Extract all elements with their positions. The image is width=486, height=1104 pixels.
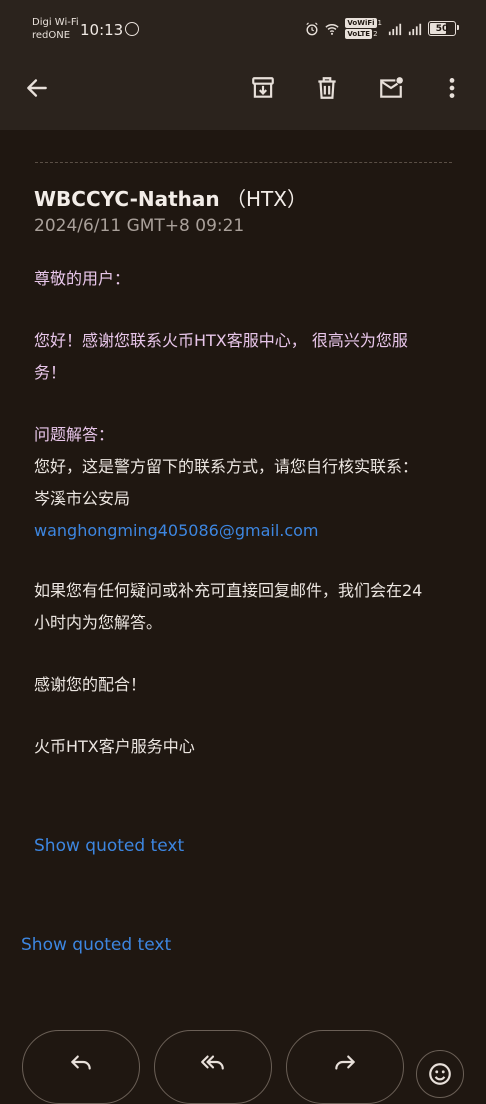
reply-all-icon bbox=[201, 1055, 224, 1070]
forward-button[interactable] bbox=[286, 1030, 404, 1104]
answer-heading: 问题解答： bbox=[34, 425, 115, 444]
back-button[interactable] bbox=[21, 72, 53, 104]
clock: 10:13 bbox=[80, 21, 124, 39]
emoji-icon bbox=[429, 1063, 451, 1085]
sender-org: （HTX） bbox=[226, 187, 307, 211]
sender-name: WBCCYC-Nathan bbox=[34, 187, 220, 211]
carrier-label: Digi Wi-Fi redONE bbox=[32, 16, 79, 42]
more-options-button[interactable] bbox=[436, 72, 468, 104]
signature-line: 火币HTX客户服务中心 bbox=[34, 737, 195, 756]
status-icons: VoWiFi 1 VoLTE 2 50 bbox=[305, 18, 459, 39]
answer-paragraph: 问题解答： 您好，这是警方留下的联系方式，请您自行核实联系： 岑溪市公安局 wa… bbox=[34, 419, 454, 547]
intro-line-2: 务！ bbox=[34, 363, 67, 382]
reply-all-button[interactable] bbox=[154, 1030, 272, 1104]
back-arrow-icon bbox=[27, 79, 47, 97]
greeting: 尊敬的用户： bbox=[34, 269, 131, 288]
mark-unread-button[interactable] bbox=[375, 72, 407, 104]
answer-line-2: 岑溪市公安局 bbox=[34, 489, 131, 508]
more-vert-icon bbox=[449, 78, 455, 98]
emoji-reaction-button[interactable] bbox=[416, 1050, 464, 1098]
reply-actions-bar bbox=[0, 1030, 486, 1104]
message-date: 2024/6/11 GMT+8 09:21 bbox=[34, 216, 245, 236]
archive-icon bbox=[252, 77, 274, 98]
followup-line-2: 小时内为您解答。 bbox=[34, 613, 163, 632]
carrier-line-2: redONE bbox=[32, 30, 71, 41]
message-divider bbox=[35, 162, 452, 163]
reply-button[interactable] bbox=[22, 1030, 140, 1104]
followup-paragraph: 如果您有任何疑问或补充可直接回复邮件，我们会在24 小时内为您解答。 bbox=[34, 575, 454, 639]
intro-paragraph: 您好！感谢您联系火币HTX客服中心， 很高兴为您服 务！ bbox=[34, 325, 454, 389]
volte-badge: VoLTE bbox=[345, 29, 373, 39]
sim1-label: 1 bbox=[377, 19, 382, 27]
intro-line-1: 您好！感谢您联系火币HTX客服中心， 很高兴为您服 bbox=[34, 331, 408, 350]
thanks-line: 感谢您的配合！ bbox=[34, 675, 147, 694]
wifi-icon bbox=[325, 23, 339, 35]
vowifi-badge: VoWiFi bbox=[345, 18, 377, 28]
email-link[interactable]: wanghongming405086@gmail.com bbox=[34, 515, 454, 547]
archive-button[interactable] bbox=[247, 72, 279, 104]
mark-unread-icon bbox=[380, 77, 403, 98]
carrier-line-1: Digi Wi-Fi bbox=[32, 17, 79, 28]
whatsapp-icon bbox=[125, 22, 139, 36]
signal-sim1-icon bbox=[388, 23, 402, 35]
show-quoted-text-inner[interactable]: Show quoted text bbox=[34, 836, 184, 856]
sim2-label: 2 bbox=[373, 30, 378, 38]
sender-header[interactable]: WBCCYC-Nathan （HTX） bbox=[34, 183, 307, 212]
followup-line-1: 如果您有任何疑问或补充可直接回复邮件，我们会在24 bbox=[34, 581, 423, 600]
status-bar: Digi Wi-Fi redONE 10:13 VoWiFi 1 VoLTE 2… bbox=[0, 0, 486, 48]
signal-sim2-icon bbox=[408, 23, 422, 35]
alarm-icon bbox=[306, 21, 319, 35]
forward-icon bbox=[335, 1055, 355, 1070]
top-toolbar bbox=[0, 48, 486, 130]
delete-icon bbox=[318, 77, 336, 99]
volte-badges: VoWiFi 1 VoLTE 2 bbox=[345, 18, 382, 39]
answer-line-1: 您好，这是警方留下的联系方式，请您自行核实联系： bbox=[34, 457, 419, 476]
battery-icon: 50 bbox=[428, 21, 459, 36]
show-quoted-text-outer[interactable]: Show quoted text bbox=[21, 935, 171, 955]
reply-icon bbox=[71, 1055, 91, 1070]
battery-level: 50 bbox=[435, 23, 449, 34]
delete-button[interactable] bbox=[311, 72, 343, 104]
